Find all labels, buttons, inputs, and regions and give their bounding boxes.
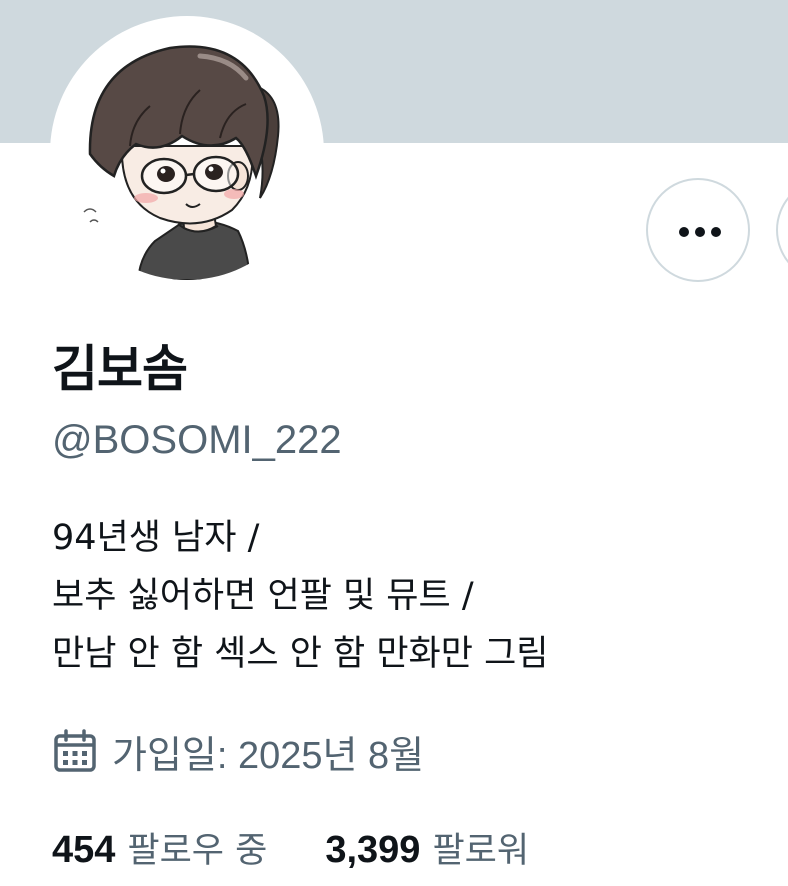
username-handle: @BOSOMI_222 [52,418,342,462]
profile-page: 김보솜 @BOSOMI_222 94년생 남자 / 보추 싫어하면 언팔 및 뮤… [0,0,788,886]
following-link[interactable]: 454 팔로우 중 [52,822,267,873]
following-label: 팔로우 중 [127,830,268,871]
follow-stats: 454 팔로우 중 3,399 팔로워 [52,820,529,874]
more-options-button[interactable] [646,178,750,282]
join-date: 가입일: 2025년 8월 [52,724,424,778]
bio-line: 보추 싫어하면 언팔 및 뮤트 / [52,576,474,616]
display-name: 김보솜 [52,340,188,398]
more-horizontal-icon [679,227,721,237]
bio-line: 만남 안 함 섹스 안 함 만화만 그림 [52,634,549,674]
profile-bio: 94년생 남자 / 보추 싫어하면 언팔 및 뮤트 / 만남 안 함 섹스 안 … [52,509,752,683]
calendar-icon [54,729,96,772]
partial-action-button[interactable] [776,178,788,282]
bio-line: 94년생 남자 / [52,518,260,558]
followers-count: 3,399 [325,828,421,871]
followers-label: 팔로워 [432,830,530,871]
avatar[interactable] [60,26,314,280]
join-date-text: 가입일: 2025년 8월 [112,734,425,777]
following-count: 454 [52,828,116,871]
avatar-illustration [83,45,280,280]
followers-link[interactable]: 3,399 팔로워 [325,822,529,873]
